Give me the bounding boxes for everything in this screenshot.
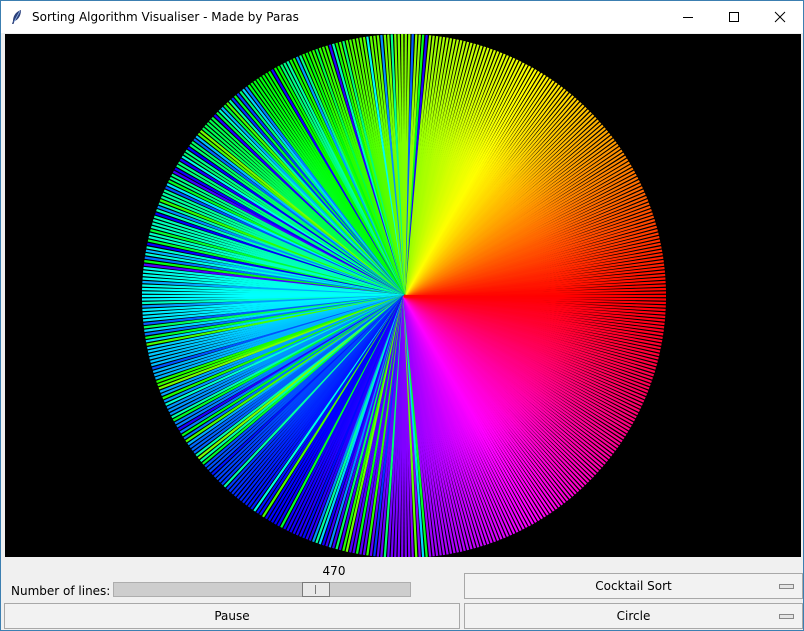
shape-select-value: Circle — [616, 609, 651, 623]
visualisation-canvas — [5, 34, 801, 557]
shape-select[interactable]: Circle — [464, 603, 803, 629]
algorithm-select[interactable]: Cocktail Sort — [464, 573, 803, 599]
circle-visualisation — [141, 34, 667, 557]
maximize-button[interactable] — [711, 1, 757, 33]
minimize-icon — [683, 17, 693, 18]
number-of-lines-label: Number of lines: — [11, 584, 111, 598]
title-bar: Sorting Algorithm Visualiser - Made by P… — [1, 1, 803, 33]
slider-handle[interactable] — [301, 582, 330, 597]
window-title: Sorting Algorithm Visualiser - Made by P… — [32, 10, 299, 24]
pause-button[interactable]: Pause — [4, 603, 460, 629]
control-panel: Number of lines: 470 Cocktail Sort Pause… — [1, 558, 803, 630]
algorithm-select-value: Cocktail Sort — [595, 579, 672, 593]
dropdown-indicator-icon — [779, 614, 794, 619]
app-window: Sorting Algorithm Visualiser - Made by P… — [0, 0, 804, 631]
scale-value: 470 — [322, 564, 346, 578]
minimize-button[interactable] — [665, 1, 711, 33]
dropdown-indicator-icon — [779, 584, 794, 589]
maximize-icon — [729, 12, 739, 22]
feather-icon — [12, 10, 21, 24]
close-button[interactable] — [757, 1, 803, 33]
number-of-lines-slider[interactable] — [113, 582, 411, 597]
close-icon — [774, 11, 786, 23]
